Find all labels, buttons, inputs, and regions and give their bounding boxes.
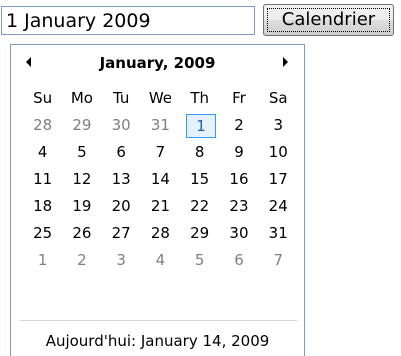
calendar-header: January, 2009	[11, 52, 304, 78]
calendar-week-row: 1234567	[23, 247, 298, 274]
calendar-grid: Su Mo Tu We Th Fr Sa 28 29 30 31 1 2 3 4 5 6 7 8 9 10…	[23, 86, 298, 274]
day-cell[interactable]: 10	[259, 139, 298, 166]
calendar-button[interactable]: Calendrier	[263, 4, 394, 36]
day-cell[interactable]: 2	[219, 112, 258, 139]
day-cell[interactable]: 13	[102, 166, 141, 193]
day-cell[interactable]: 24	[259, 193, 298, 220]
day-cell[interactable]: 14	[141, 166, 180, 193]
day-cell[interactable]: 29	[180, 220, 219, 247]
day-cell[interactable]: 15	[180, 166, 219, 193]
day-cell-other-month[interactable]: 2	[62, 247, 101, 274]
calendar-week-row: 28 29 30 31 1 2 3	[23, 112, 298, 139]
selected-day-label: 1	[186, 114, 217, 138]
calendar-week-row: 4 5 6 7 8 9 10	[23, 139, 298, 166]
day-cell[interactable]: 12	[62, 166, 101, 193]
weekday-label: Th	[190, 89, 210, 107]
day-cell[interactable]: 22	[180, 193, 219, 220]
day-cell[interactable]: 23	[219, 193, 258, 220]
day-cell[interactable]: 19	[62, 193, 101, 220]
date-input[interactable]: 1 January 2009	[1, 6, 255, 35]
day-cell[interactable]: 11	[23, 166, 62, 193]
day-cell[interactable]: 21	[141, 193, 180, 220]
day-cell[interactable]: 20	[102, 193, 141, 220]
day-cell-selected[interactable]: 1	[180, 112, 219, 139]
day-cell[interactable]: 28	[141, 220, 180, 247]
day-cell[interactable]: 18	[23, 193, 62, 220]
chevron-right-icon	[283, 57, 288, 67]
calendar-popup: January, 2009 Su Mo Tu We Th Fr Sa 28 29 3…	[10, 44, 305, 356]
day-cell[interactable]: 25	[23, 220, 62, 247]
day-cell-other-month[interactable]: 4	[141, 247, 180, 274]
day-cell[interactable]: 7	[141, 139, 180, 166]
day-cell[interactable]: 27	[102, 220, 141, 247]
chevron-left-icon	[26, 57, 31, 67]
divider	[19, 320, 297, 321]
weekday-label: Su	[33, 89, 53, 107]
day-cell[interactable]: 16	[219, 166, 258, 193]
today-link[interactable]: Aujourd'hui: January 14, 2009	[11, 331, 304, 351]
day-cell-other-month[interactable]: 30	[102, 112, 141, 139]
day-cell[interactable]: 31	[259, 220, 298, 247]
day-cell-other-month[interactable]: 31	[141, 112, 180, 139]
day-cell[interactable]: 9	[219, 139, 258, 166]
month-title[interactable]: January, 2009	[51, 52, 264, 74]
day-cell-other-month[interactable]: 6	[219, 247, 258, 274]
calendar-button-label: Calendrier	[267, 8, 390, 32]
day-cell-other-month[interactable]: 5	[180, 247, 219, 274]
day-cell[interactable]: 5	[62, 139, 101, 166]
calendar-week-row: 25 26 27 28 29 30 31	[23, 220, 298, 247]
weekday-header-row: Su Mo Tu We Th Fr Sa	[23, 86, 298, 112]
day-cell[interactable]: 30	[219, 220, 258, 247]
date-picker-page: 1 January 2009 Calendrier January, 2009 …	[0, 0, 401, 356]
day-cell-other-month[interactable]: 28	[23, 112, 62, 139]
calendar-week-row: 11 12 13 14 15 16 17	[23, 166, 298, 193]
day-cell[interactable]: 6	[102, 139, 141, 166]
day-cell[interactable]: 8	[180, 139, 219, 166]
day-cell-other-month[interactable]: 29	[62, 112, 101, 139]
weekday-label: Fr	[232, 89, 246, 107]
weekday-label: Sa	[268, 89, 288, 107]
day-cell-other-month[interactable]: 3	[102, 247, 141, 274]
calendar-week-row: 18 19 20 21 22 23 24	[23, 193, 298, 220]
day-cell[interactable]: 3	[259, 112, 298, 139]
day-cell[interactable]: 4	[23, 139, 62, 166]
day-cell[interactable]: 17	[259, 166, 298, 193]
weekday-label: We	[148, 89, 173, 107]
weekday-label: Mo	[70, 89, 93, 107]
calendar-weeks: 28 29 30 31 1 2 3 4 5 6 7 8 9 10 11 12 13 14 15 16 17 18 19 20 2…	[23, 112, 298, 274]
day-cell-other-month[interactable]: 7	[259, 247, 298, 274]
day-cell[interactable]: 26	[62, 220, 101, 247]
weekday-label: Tu	[112, 89, 130, 107]
day-cell-other-month[interactable]: 1	[23, 247, 62, 274]
